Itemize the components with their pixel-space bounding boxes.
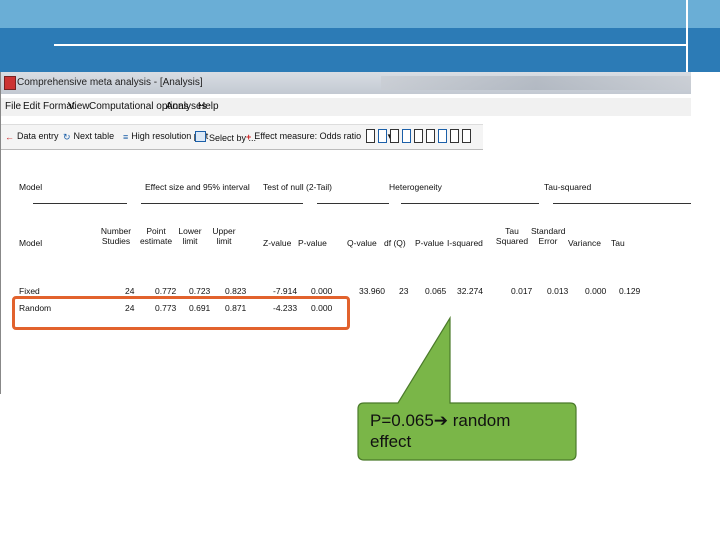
effect-measure-label: Effect measure: Odds ratio (254, 131, 362, 141)
header-rule (141, 203, 303, 204)
menu-bar: File Edit Format View Computational opti… (1, 98, 691, 116)
cell-number-studies: 24 (125, 286, 135, 296)
slide-header-divider (686, 0, 688, 72)
data-entry-button[interactable]: ← Data entry (5, 131, 59, 142)
group-header-test-of-null: Test of null (2-Tail) (263, 182, 332, 192)
col-header-line: Tau (505, 226, 519, 236)
grid-icon[interactable] (402, 129, 411, 143)
group-header-heterogeneity: Heterogeneity (389, 182, 442, 192)
app-icon (4, 76, 16, 90)
analysis-table: Model Effect size and 95% interval Test … (1, 172, 691, 394)
header-rule (33, 203, 127, 204)
cell-model: Fixed (19, 286, 40, 296)
col-header-q-value: Q-value (347, 238, 377, 248)
next-table-label: Next table (73, 131, 115, 141)
cell-p-value: 0.000 (311, 286, 333, 296)
toolbar: ← Data entry ↻ Next table ≡ High resolution… (1, 124, 483, 150)
window-title: Comprehensive meta analysis - [Analysis] (17, 77, 203, 88)
columns-icon[interactable] (366, 129, 375, 143)
slide-header-rule (54, 44, 686, 46)
col-header-line: Lower (178, 226, 202, 236)
cell-variance: 0.000 (585, 286, 607, 296)
header-rule (553, 203, 691, 204)
menu-view[interactable]: View (68, 101, 90, 112)
meta-analysis-window: Comprehensive meta analysis - [Analysis]… (0, 72, 691, 394)
cell-upper-limit: 0.823 (225, 286, 247, 296)
col-header-line: Upper (212, 226, 236, 236)
cell-tau: 0.129 (619, 286, 641, 296)
cell-standard-error: 0.013 (547, 286, 569, 296)
col-header-tau-squared: Tau Squared (495, 226, 529, 246)
forest-plot-icon: ≡ (123, 132, 129, 142)
cell-df-q: 23 (399, 286, 409, 296)
cell-tau-squared: 0.017 (511, 286, 533, 296)
toolbar-icon-group (366, 129, 471, 145)
decimal-decrease-icon[interactable] (426, 129, 435, 143)
data-entry-label: Data entry (17, 131, 59, 141)
col-header-z-value: Z-value (263, 238, 292, 248)
cell-p-value-heterogeneity: 0.065 (425, 286, 447, 296)
cell-z-value: -7.914 (273, 286, 298, 296)
col-header-line: Studies (101, 236, 131, 246)
callout-text: P=0.065➔ random effect (370, 410, 570, 452)
header-rule (317, 203, 389, 204)
header-rule (401, 203, 539, 204)
decimal-increase-icon[interactable] (414, 129, 423, 143)
help-icon[interactable] (462, 129, 471, 143)
group-header-effect-size: Effect size and 95% interval (145, 182, 250, 192)
callout-text-line-2: effect (370, 432, 412, 451)
col-header-model: Model (19, 238, 43, 248)
col-header-line: limit (182, 236, 198, 246)
col-header-df-q: df (Q) (384, 238, 406, 248)
group-header-tau-squared: Tau-squared (544, 182, 592, 192)
col-header-line: estimate (139, 236, 173, 246)
titlebar-controls-blur (381, 76, 691, 90)
col-header-line: Error (538, 236, 558, 246)
col-header-standard-error: Standard Error (531, 226, 566, 246)
col-header-line: Point (146, 226, 166, 236)
menu-help[interactable]: Help (198, 101, 219, 112)
col-header-i-squared: I-squared (447, 238, 483, 248)
filter-icon[interactable] (450, 129, 459, 143)
back-arrow-icon: ← (5, 132, 14, 142)
callout-text-line-1: P=0.065➔ random (370, 411, 511, 430)
select-icon (195, 131, 206, 142)
sort-icon[interactable] (438, 129, 447, 143)
col-header-line: limit (216, 236, 232, 246)
slide-header-band (0, 28, 720, 72)
next-table-icon: ↻ (63, 132, 71, 142)
col-header-p-value: P-value (298, 238, 327, 248)
random-row-highlight (12, 296, 350, 330)
col-header-line: Standard (531, 226, 566, 236)
col-header-number-studies: Number Studies (99, 226, 133, 246)
menu-file[interactable]: File (5, 101, 21, 112)
align-left-icon[interactable] (378, 129, 387, 143)
cell-i-squared: 32.274 (457, 286, 483, 296)
cell-lower-limit: 0.723 (189, 286, 211, 296)
col-header-line: Number (100, 226, 132, 236)
plus-icon: + (246, 132, 252, 142)
col-header-point-estimate: Point estimate (139, 226, 173, 246)
menu-edit[interactable]: Edit (23, 101, 40, 112)
cell-q-value: 33.960 (359, 286, 385, 296)
col-header-lower-limit: Lower limit (175, 226, 205, 246)
col-header-variance: Variance (568, 238, 601, 248)
window-titlebar: Comprehensive meta analysis - [Analysis] (1, 72, 691, 94)
cell-point-estimate: 0.772 (155, 286, 177, 296)
next-table-button[interactable]: ↻ Next table (63, 131, 115, 142)
col-header-p-value-heterogeneity: P-value (415, 238, 444, 248)
col-header-line: Squared (495, 236, 529, 246)
align-center-icon[interactable] (390, 129, 399, 143)
group-header-model: Model (19, 182, 43, 192)
col-header-upper-limit: Upper limit (209, 226, 239, 246)
col-header-tau: Tau (611, 238, 625, 248)
